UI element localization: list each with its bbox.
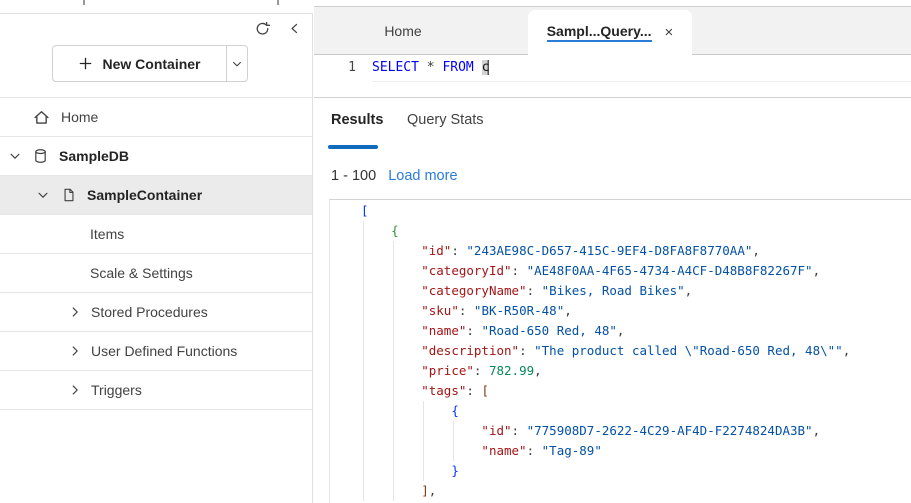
load-more-link[interactable]: Load more [388,168,457,184]
sql-query-editor[interactable]: 1 SELECT * FROM c [314,55,911,97]
resource-tree-sidebar: New Container Home [0,13,313,503]
json-code-line: "categoryName": "Bikes, Road Bikes", [361,281,850,301]
json-code-line: "price": 782.99, [361,361,850,381]
close-icon[interactable]: × [665,25,674,40]
cropped-toolbar-mark [83,0,85,5]
query-code-line: SELECT * FROM c [372,60,489,75]
new-container-button[interactable]: New Container [53,46,226,81]
json-code-line: "id": "243AE98C-D657-415C-9EF4-D8FA8F877… [361,241,850,261]
sidebar-item-label: Scale & Settings [90,265,193,281]
new-container-label: New Container [102,56,200,72]
active-tab-underline [328,145,378,149]
sidebar-item-items[interactable]: Items [0,215,312,254]
sidebar-item-scale-settings[interactable]: Scale & Settings [0,254,312,293]
json-code-line: } [361,461,850,481]
sidebar-item-label: Home [61,109,98,125]
sidebar-item-label: Triggers [91,382,142,398]
refresh-icon [255,21,270,36]
sidebar-item-sampledb[interactable]: SampleDB [0,137,312,176]
results-panel: Results Query Stats 1 - 100 Load more [ … [314,98,911,503]
json-code-line: [ [361,201,850,221]
current-line-rule [372,81,911,82]
new-container-split-button: New Container [52,45,248,82]
sidebar-item-label: User Defined Functions [91,343,237,359]
chevron-right-icon[interactable] [68,383,82,397]
json-code-line: "sku": "BK-R50R-48", [361,301,850,321]
json-code-line: "name": "Road-650 Red, 48", [361,321,850,341]
tab-label: Sampl...Query... [547,23,652,42]
chevron-right-icon[interactable] [68,305,82,319]
sidebar-item-label: SampleDB [59,148,129,164]
json-code-line: { [361,401,850,421]
database-icon [33,148,48,164]
json-code-line: "categoryId": "AE48F0AA-4F65-4734-A4CF-D… [361,261,850,281]
chevron-down-icon[interactable] [36,188,50,202]
sidebar-item-label: Items [90,226,124,242]
data-explorer-app: New Container Home [0,0,911,503]
sidebar-item-stored-procedures[interactable]: Stored Procedures [0,293,312,332]
tab-home[interactable]: Home [314,7,492,54]
sidebar-item-samplecontainer[interactable]: SampleContainer [0,176,312,215]
collapse-sidebar-button[interactable] [284,18,304,38]
json-code-line: "id": "775908D7-2622-4C29-AF4D-F2274824D… [361,421,850,441]
sidebar-item-label: Stored Procedures [91,304,208,320]
json-code-line: "name": "Tag-89" [361,441,850,461]
tab-label: Home [384,23,421,39]
json-code-line: "tags": [ [361,381,850,401]
json-code-line: { [361,221,850,241]
sidebar-item-user-defined-functions[interactable]: User Defined Functions [0,332,312,371]
tab-query-active[interactable]: Sampl...Query... × [528,10,692,55]
chevron-down-icon [231,58,243,70]
chevron-down-icon[interactable] [8,149,22,163]
document-tab-bar: Home Sampl...Query... × [314,6,911,55]
sidebar-item-label: SampleContainer [87,187,202,203]
query-line: 1 SELECT * FROM c [314,55,911,75]
new-container-dropdown-button[interactable] [226,46,247,81]
chevron-left-icon [288,22,301,35]
sidebar-item-triggers[interactable]: Triggers [0,371,312,410]
tab-query-stats[interactable]: Query Stats [407,112,484,128]
json-code-line: "description": "The product called \"Roa… [361,341,850,361]
sidebar-item-home[interactable]: Home [0,98,312,137]
container-document-icon [62,187,76,203]
cropped-toolbar-mark [277,0,279,5]
tab-results[interactable]: Results [331,112,383,128]
json-code-line: ], [361,481,850,501]
line-number: 1 [314,60,372,75]
refresh-button[interactable] [252,18,272,38]
resource-tree: Home SampleDB [0,97,312,410]
home-icon [33,109,50,126]
results-range-label: 1 - 100 [331,168,376,184]
plus-icon [78,56,93,71]
json-results-editor[interactable]: [ { "id": "243AE98C-D657-415C-9EF4-D8FA8… [329,199,911,503]
results-range-row: 1 - 100 Load more [331,168,458,184]
json-code: [ { "id": "243AE98C-D657-415C-9EF4-D8FA8… [361,201,850,501]
chevron-right-icon[interactable] [68,344,82,358]
